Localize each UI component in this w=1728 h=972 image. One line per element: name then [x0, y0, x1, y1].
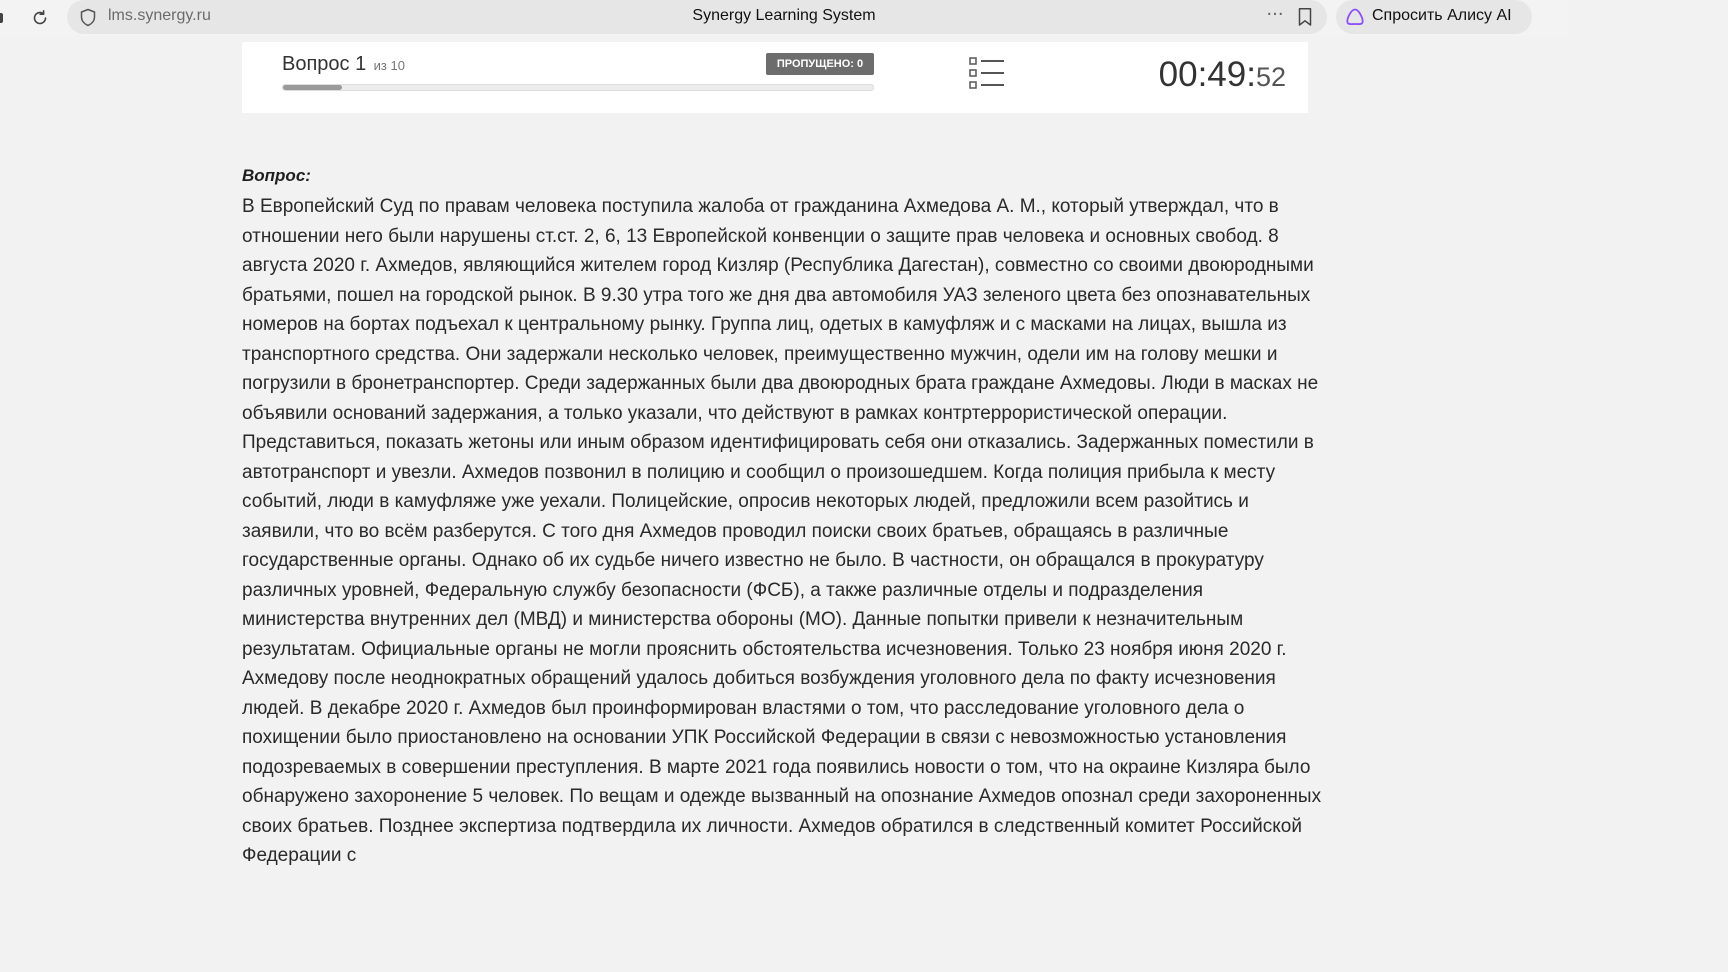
url-text[interactable]: lms.synergy.ru: [108, 7, 211, 25]
ask-alice-label: Спросить Алису AI: [1372, 7, 1512, 24]
question-block: Вопрос: В Европейский Суд по правам чело…: [242, 166, 1322, 871]
more-options-button[interactable]: ···: [1263, 5, 1287, 29]
browser-toolbar: lms.synergy.ru ··· Synergy Learning Syst…: [0, 0, 1568, 36]
bookmark-icon[interactable]: [1297, 7, 1313, 27]
question-total: из 10: [373, 58, 405, 73]
address-bar[interactable]: lms.synergy.ru ···: [67, 0, 1327, 34]
skipped-badge: ПРОПУЩЕНО: 0: [766, 53, 874, 75]
reload-icon: [33, 10, 47, 25]
window-edge-marker: [0, 13, 3, 23]
question-progress-fill: [283, 85, 342, 90]
list-icon[interactable]: [969, 56, 1005, 90]
alice-icon: [1346, 8, 1364, 26]
timer-main: 00:49:: [1158, 55, 1256, 94]
question-counter: Вопрос 1 из 10: [282, 53, 405, 76]
reload-button[interactable]: [28, 6, 52, 30]
countdown-timer: 00:49:52: [1159, 55, 1286, 95]
question-heading: Вопрос:: [242, 166, 311, 185]
shield-icon[interactable]: [79, 8, 97, 27]
question-text: В Европейский Суд по правам человека пос…: [242, 196, 1322, 866]
ask-alice-button[interactable]: Спросить Алису AI: [1336, 0, 1532, 34]
timer-seconds: 52: [1255, 62, 1286, 92]
question-number: Вопрос 1: [282, 53, 367, 75]
question-progress-bar: [282, 84, 874, 91]
test-header: Вопрос 1 из 10 ПРОПУЩЕНО: 0 00:49:52: [242, 42, 1308, 113]
